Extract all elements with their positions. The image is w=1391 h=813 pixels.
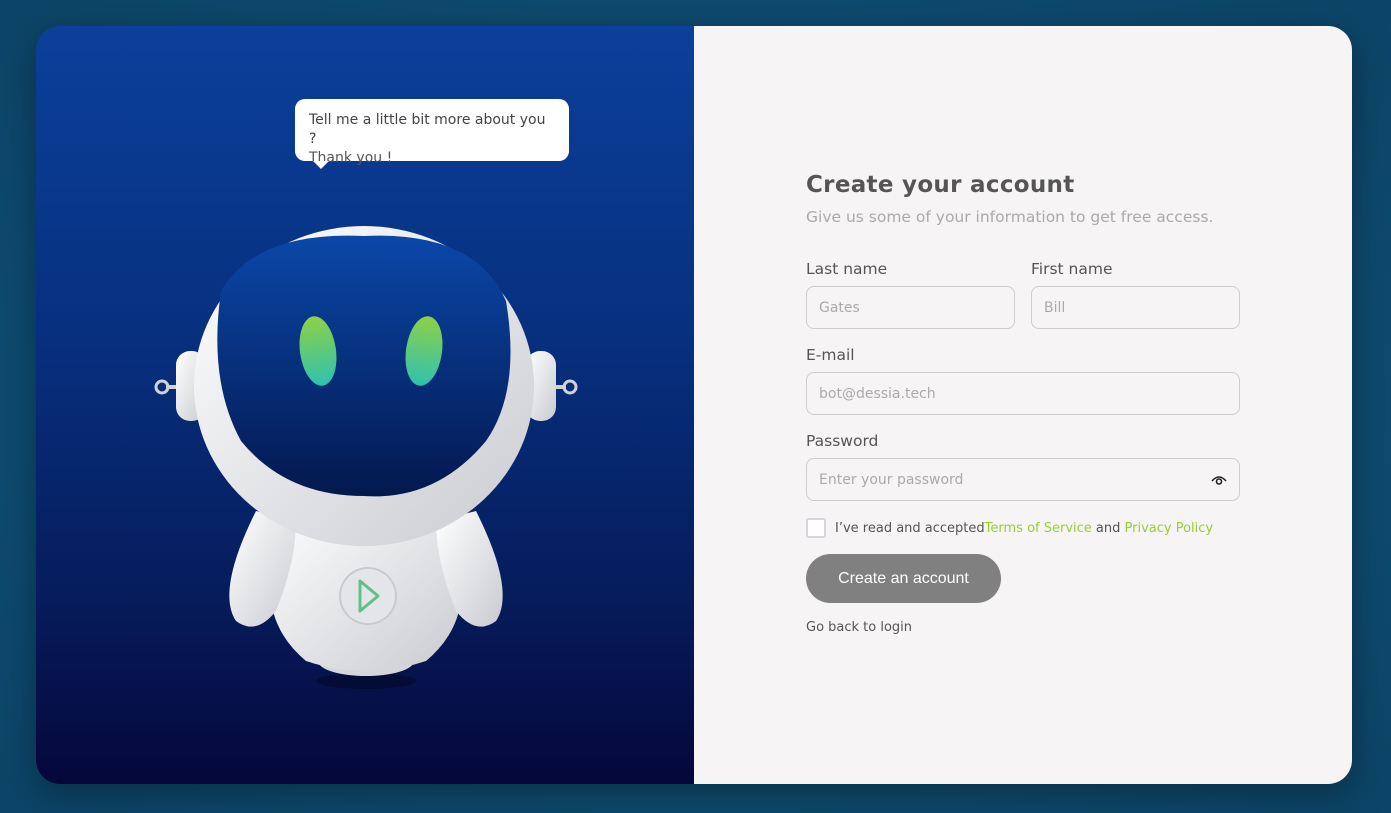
first-name-placeholder: Bill (1044, 299, 1066, 316)
last-name-input[interactable]: Gates (806, 286, 1015, 329)
speech-line-1: Tell me a little bit more about you ? (309, 112, 546, 147)
terms-of-service-link[interactable]: Terms of Service (985, 521, 1092, 536)
create-account-button[interactable]: Create an account (806, 554, 1001, 603)
privacy-policy-link[interactable]: Privacy Policy (1125, 521, 1214, 536)
terms-checkbox[interactable] (806, 518, 826, 538)
password-label: Password (806, 432, 879, 450)
last-name-placeholder: Gates (819, 299, 860, 316)
eye-icon[interactable] (1211, 474, 1227, 486)
form-panel: Create your account Give us some of your… (694, 26, 1352, 784)
back-to-login-link[interactable]: Go back to login (806, 620, 1240, 635)
email-label: E-mail (806, 346, 855, 364)
first-name-label: First name (1031, 260, 1113, 278)
robot-illustration (154, 226, 578, 689)
password-input[interactable]: Enter your password (806, 458, 1240, 501)
terms-middle: and (1091, 520, 1125, 536)
first-name-input[interactable]: Bill (1031, 286, 1240, 329)
password-placeholder: Enter your password (819, 471, 964, 488)
speech-bubble: Tell me a little bit more about you ? Th… (295, 99, 569, 169)
illustration-panel: Tell me a little bit more about you ? Th… (36, 26, 694, 784)
email-placeholder: bot@dessia.tech (819, 385, 936, 402)
email-input[interactable]: bot@dessia.tech (806, 372, 1240, 415)
terms-row: I’ve read and accepted Terms of Service … (806, 518, 1240, 538)
page-subtitle: Give us some of your information to get … (806, 208, 1214, 226)
page-title: Create your account (806, 172, 1075, 198)
last-name-label: Last name (806, 260, 888, 278)
terms-prefix: I’ve read and accepted (835, 520, 985, 536)
speech-line-2: Thank you ! (309, 150, 393, 166)
signup-card: Tell me a little bit more about you ? Th… (36, 26, 1352, 784)
signup-form: Create your account Give us some of your… (806, 172, 1240, 635)
